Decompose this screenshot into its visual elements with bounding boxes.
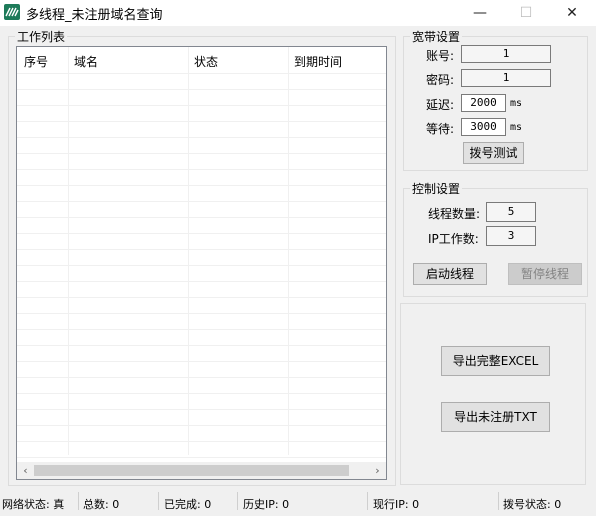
grid-line — [17, 169, 386, 170]
grid-line — [17, 185, 386, 186]
start-threads-button[interactable]: 启动线程 — [413, 263, 487, 285]
account-label: 账号: — [426, 49, 455, 63]
status-divider — [237, 492, 238, 510]
grid-line — [17, 377, 386, 378]
delay-unit: ms — [510, 98, 523, 109]
control-settings-label: 控制设置 — [412, 182, 461, 196]
work-list-table[interactable]: 序号 域名 状态 到期时间 ‹ › — [16, 46, 387, 480]
export-unregistered-txt-button[interactable]: 导出未注册TXT — [441, 402, 550, 432]
close-icon[interactable]: ✕ — [549, 0, 595, 26]
grid-line — [17, 137, 386, 138]
status-divider — [367, 492, 368, 510]
column-header-domain[interactable]: 域名 — [74, 53, 98, 70]
grid-line — [17, 233, 386, 234]
scrollbar-thumb[interactable] — [34, 465, 349, 476]
current-ip-count: 现行IP: 0 — [373, 498, 420, 511]
window-title: 多线程_未注册域名查询 — [26, 8, 163, 23]
column-header-expiry[interactable]: 到期时间 — [294, 53, 342, 70]
grid-line — [17, 457, 386, 458]
network-status: 网络状态: 真 — [2, 498, 65, 511]
password-field[interactable]: 1 — [461, 69, 551, 87]
wait-label: 等待: — [426, 122, 455, 136]
export-group — [400, 303, 586, 485]
broadband-settings-label: 宽带设置 — [412, 30, 461, 44]
table-header: 序号 域名 状态 到期时间 — [17, 47, 386, 73]
ip-work-count-field[interactable]: 3 — [486, 226, 536, 246]
minimize-icon[interactable]: — — [457, 0, 503, 26]
grid-line — [17, 393, 386, 394]
account-field[interactable]: 1 — [461, 45, 551, 63]
grid-line — [17, 361, 386, 362]
delay-label: 延迟: — [426, 98, 455, 112]
wait-field[interactable]: 3000 — [461, 118, 506, 136]
ip-work-count-label: IP工作数: — [428, 232, 479, 246]
grid-line — [17, 73, 386, 74]
column-header-index[interactable]: 序号 — [24, 53, 48, 70]
grid-line — [17, 313, 386, 314]
grid-line — [17, 105, 386, 106]
grid-line — [17, 281, 386, 282]
status-bar: 网络状态: 真 总数: 0 已完成: 0 历史IP: 0 现行IP: 0 拨号状… — [0, 490, 596, 516]
scroll-right-icon[interactable]: › — [369, 462, 386, 479]
thread-count-label: 线程数量: — [428, 207, 481, 221]
status-divider — [498, 492, 499, 510]
history-ip-count: 历史IP: 0 — [243, 498, 290, 511]
status-divider — [158, 492, 159, 510]
grid-line — [17, 409, 386, 410]
completed-count: 已完成: 0 — [164, 498, 212, 511]
grid-line — [17, 297, 386, 298]
grid-line — [17, 425, 386, 426]
dial-test-button[interactable]: 拨号测试 — [463, 142, 524, 164]
title-bar: 多线程_未注册域名查询 — ☐ ✕ — [0, 0, 596, 26]
grid-line — [17, 201, 386, 202]
thread-count-field[interactable]: 5 — [486, 202, 536, 222]
delay-field[interactable]: 2000 — [461, 94, 506, 112]
maximize-icon[interactable]: ☐ — [503, 0, 549, 26]
work-list-group-label: 工作列表 — [17, 30, 66, 44]
grid-line — [17, 249, 386, 250]
scroll-left-icon[interactable]: ‹ — [17, 462, 34, 479]
status-divider — [78, 492, 79, 510]
export-full-excel-button[interactable]: 导出完整EXCEL — [441, 346, 550, 376]
grid-line — [17, 441, 386, 442]
grid-line — [17, 121, 386, 122]
password-label: 密码: — [426, 73, 455, 87]
column-header-status[interactable]: 状态 — [194, 53, 218, 70]
grid-line — [17, 265, 386, 266]
pause-threads-button[interactable]: 暂停线程 — [508, 263, 582, 285]
grid-line — [17, 153, 386, 154]
app-logo-icon — [4, 4, 20, 20]
grid-line — [17, 329, 386, 330]
grid-line — [17, 345, 386, 346]
wait-unit: ms — [510, 122, 523, 133]
grid-line — [17, 217, 386, 218]
grid-line — [17, 89, 386, 90]
total-count: 总数: 0 — [83, 498, 120, 511]
horizontal-scrollbar[interactable]: ‹ › — [17, 462, 386, 479]
dial-status: 拨号状态: 0 — [503, 498, 562, 511]
